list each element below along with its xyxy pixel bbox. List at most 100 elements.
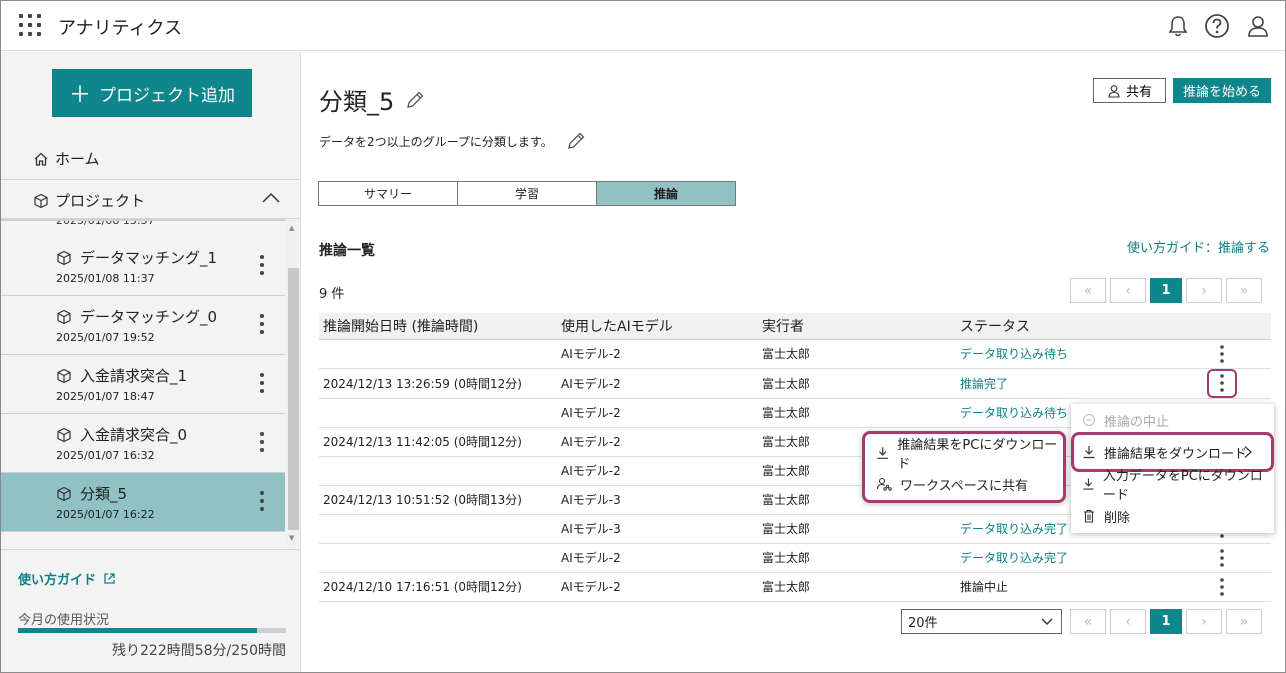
- sidebar-item-home-label: ホーム: [55, 150, 100, 168]
- share-button[interactable]: 共有: [1093, 78, 1166, 103]
- inference-guide-link[interactable]: 使い方ガイド：推論する: [1127, 237, 1270, 256]
- sidebar-item-projects[interactable]: プロジェクト: [1, 179, 300, 219]
- sidebar-project-item[interactable]: データマッチング_0 2025/01/07 19:52: [1, 296, 285, 355]
- cell-start: [319, 514, 557, 544]
- top-bar: アナリティクス: [1, 1, 1285, 51]
- row-kebab-menu-icon[interactable]: [1173, 576, 1271, 598]
- pagination-bottom: « ‹ 1 › »: [1070, 609, 1266, 634]
- cell-status[interactable]: 推論完了: [956, 368, 1169, 399]
- download-icon: [1083, 478, 1094, 490]
- bell-icon[interactable]: [1165, 13, 1191, 39]
- tab-training[interactable]: 学習: [457, 181, 597, 206]
- row-kebab-menu-icon[interactable]: [1207, 368, 1237, 398]
- project-name: データマッチング_1: [56, 247, 217, 268]
- result-count: 9 件: [319, 287, 345, 302]
- table-row: AIモデル-2 富士太郎 データ取り込み待ち: [319, 339, 1271, 369]
- main-content: 分類_5 データを2つ以上のグループに分類します。 共有 推論を始める サマリー…: [302, 52, 1285, 672]
- add-project-button[interactable]: ＋ プロジェクト追加: [52, 69, 252, 117]
- prev-page-button[interactable]: ‹: [1110, 609, 1146, 634]
- cell-model: AIモデル-2: [557, 339, 758, 369]
- cell-status[interactable]: データ取り込み完了: [956, 543, 1169, 573]
- sidebar-project-item[interactable]: 入金請求突合_0 2025/01/07 16:32: [1, 414, 285, 473]
- next-page-button[interactable]: ›: [1186, 609, 1222, 634]
- sidebar-project-item[interactable]: データマッチング_1 2025/01/08 11:37: [1, 237, 285, 296]
- cell-start: [319, 543, 557, 573]
- menu-item-stop-inference[interactable]: 推論の中止: [1071, 405, 1274, 435]
- submenu-item-download-pc-label: 推論結果をPCにダウンロード: [897, 438, 1058, 472]
- share-label: 共有: [1125, 84, 1152, 99]
- cell-model: AIモデル-2: [557, 572, 758, 602]
- cell-start: [319, 456, 557, 486]
- cube-icon: [57, 486, 71, 501]
- home-icon: [34, 152, 48, 166]
- sidebar-project-item[interactable]: 入金請求突合_1 2025/01/07 18:47: [1, 355, 285, 414]
- usage-guide-link[interactable]: 使い方ガイド: [18, 569, 116, 588]
- project-name-text: 分類_5: [80, 485, 128, 503]
- projects-header: プロジェクト: [33, 190, 145, 211]
- chevron-up-icon[interactable]: [261, 190, 281, 206]
- cube-icon: [57, 368, 71, 383]
- first-page-button[interactable]: «: [1070, 609, 1106, 634]
- first-page-button[interactable]: «: [1070, 278, 1106, 303]
- user-icon: [1108, 84, 1120, 98]
- scrollbar-thumb[interactable]: [288, 268, 299, 530]
- page-1-button[interactable]: 1: [1150, 609, 1182, 634]
- chevron-right-icon: [1244, 446, 1252, 458]
- tab-summary[interactable]: サマリー: [318, 181, 458, 206]
- cell-start: 2024/12/13 11:42:05 (0時間12分): [319, 427, 557, 457]
- start-inference-button[interactable]: 推論を始める: [1173, 78, 1271, 103]
- user-icon[interactable]: [1245, 13, 1271, 39]
- kebab-menu-icon[interactable]: [255, 371, 269, 399]
- menu-item-download-input[interactable]: 入力データをPCにダウンロード: [1071, 469, 1274, 503]
- prev-page-button[interactable]: ‹: [1110, 278, 1146, 303]
- next-page-button[interactable]: ›: [1186, 278, 1222, 303]
- row-kebab-menu-icon[interactable]: [1173, 547, 1271, 569]
- kebab-menu-icon[interactable]: [255, 253, 269, 281]
- project-name-text: 入金請求突合_0: [80, 426, 188, 444]
- project-name: 入金請求突合_1: [56, 365, 187, 386]
- pencil-icon[interactable]: [565, 130, 587, 152]
- cube-icon: [57, 250, 71, 265]
- project-list-divider: [1, 219, 285, 221]
- sidebar-item-home[interactable]: ホーム: [33, 148, 100, 169]
- cell-start: 2024/12/13 13:26:59 (0時間12分): [319, 368, 557, 399]
- project-date: 2025/01/07 16:32: [56, 449, 155, 462]
- submenu-item-share-workspace[interactable]: ワークスペースに共有: [865, 469, 1063, 499]
- project-date: 2025/01/07 18:47: [56, 390, 155, 403]
- column-header-user: 実行者: [758, 313, 956, 340]
- kebab-menu-icon[interactable]: [255, 312, 269, 340]
- page-title: 分類_5: [319, 82, 426, 117]
- cell-model: AIモデル-2: [557, 543, 758, 573]
- download-icon: [877, 447, 888, 459]
- last-page-button[interactable]: »: [1226, 278, 1262, 303]
- column-header-actions: [1169, 313, 1271, 340]
- submenu-item-download-pc[interactable]: 推論結果をPCにダウンロード: [865, 438, 1063, 472]
- external-link-icon: [104, 573, 115, 584]
- cell-user: 富士太郎: [758, 543, 956, 573]
- menu-item-delete-label: 削除: [1104, 510, 1131, 526]
- download-icon: [1083, 446, 1095, 459]
- section-title: 推論一覧: [319, 243, 375, 259]
- sidebar-project-item[interactable]: 分類_5 2025/01/07 16:22: [1, 473, 285, 532]
- usage-label: 今月の使用状況: [18, 613, 110, 628]
- apps-grid-icon[interactable]: [19, 14, 41, 36]
- per-page-select[interactable]: 20件: [901, 609, 1062, 634]
- usage-remaining: 残り222時間58分/250時間: [112, 643, 286, 659]
- pencil-icon[interactable]: [404, 89, 426, 111]
- row-kebab-menu-icon[interactable]: [1173, 343, 1271, 365]
- scroll-up-icon[interactable]: ▲: [289, 224, 294, 232]
- kebab-menu-icon[interactable]: [255, 430, 269, 458]
- project-name-text: データマッチング_1: [80, 249, 218, 267]
- kebab-menu-icon[interactable]: [255, 489, 269, 517]
- tab-inference[interactable]: 推論: [596, 181, 736, 206]
- page-1-button[interactable]: 1: [1150, 278, 1182, 303]
- last-page-button[interactable]: »: [1226, 609, 1262, 634]
- cell-status[interactable]: データ取り込み待ち: [956, 339, 1169, 369]
- sidebar: ＋ プロジェクト追加 ホーム プロジェクト 2025/01/08 13:57 デ…: [1, 52, 301, 672]
- pagination-top: « ‹ 1 › »: [1070, 278, 1266, 303]
- menu-item-delete[interactable]: 削除: [1071, 501, 1274, 531]
- cube-icon: [34, 193, 48, 208]
- project-list: 2025/01/08 13:57 データマッチング_1 2025/01/08 11…: [1, 219, 285, 546]
- help-icon[interactable]: [1204, 13, 1230, 39]
- scroll-down-icon[interactable]: ▼: [289, 534, 294, 542]
